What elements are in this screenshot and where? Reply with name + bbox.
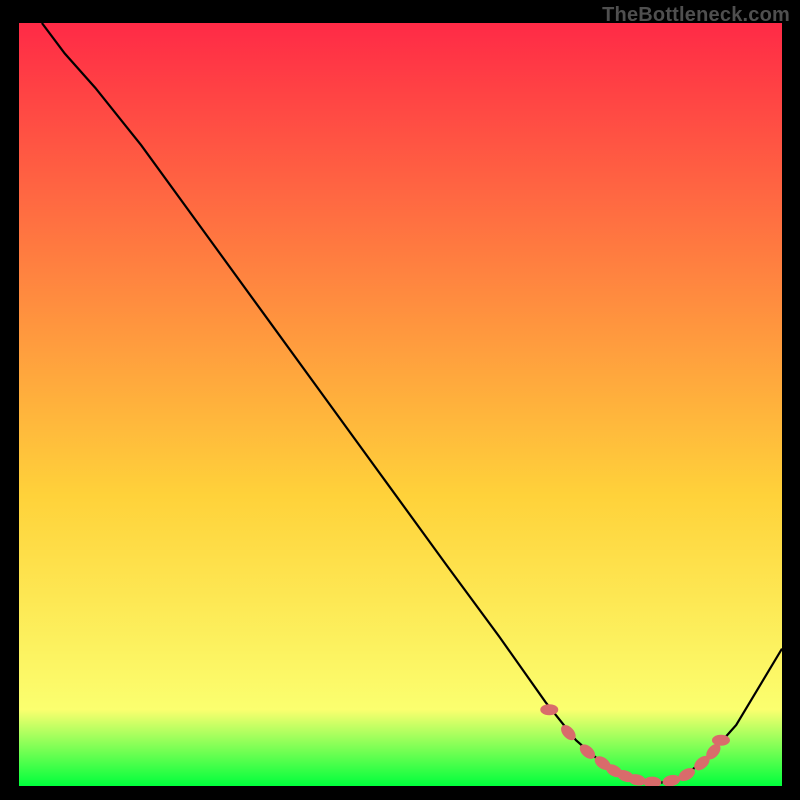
chart-stage: TheBottleneck.com [0,0,800,800]
marker-dot [540,704,558,715]
marker-dot [712,735,730,746]
bottleneck-chart [19,23,782,786]
gradient-panel [19,23,782,786]
